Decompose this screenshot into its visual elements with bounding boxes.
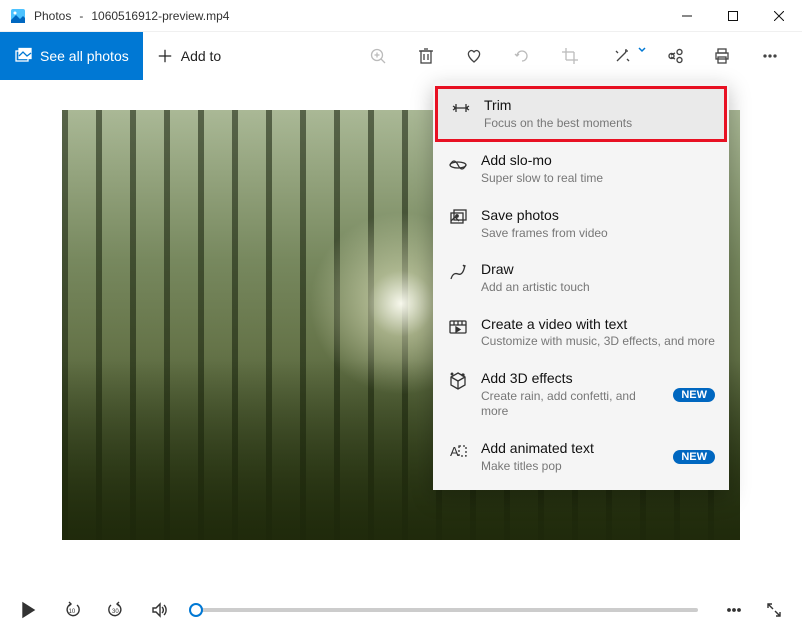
skip-back-icon: 10 xyxy=(63,601,81,619)
trash-icon xyxy=(417,47,435,65)
print-icon xyxy=(713,47,731,65)
minimize-button[interactable] xyxy=(664,0,710,32)
rotate-icon xyxy=(513,47,531,65)
menu-item-subtitle: Customize with music, 3D effects, and mo… xyxy=(481,334,715,350)
playback-bar: 10 30 xyxy=(0,586,802,634)
3d-effects-icon xyxy=(447,370,469,392)
more-icon xyxy=(761,47,779,65)
crop-icon xyxy=(561,47,579,65)
skip-forward-icon: 30 xyxy=(107,601,125,619)
menu-item-subtitle: Add an artistic touch xyxy=(481,280,715,296)
trim-icon xyxy=(450,97,472,119)
more-icon xyxy=(725,601,743,619)
create-video-icon xyxy=(447,316,469,338)
photos-app-icon xyxy=(10,8,26,24)
maximize-button[interactable] xyxy=(710,0,756,32)
window-title-app: Photos xyxy=(34,9,71,23)
draw-icon xyxy=(447,261,469,283)
content-area: Trim Focus on the best moments Add slo-m… xyxy=(0,80,802,586)
new-badge: NEW xyxy=(673,388,715,402)
play-button[interactable] xyxy=(8,586,48,634)
menu-item-title: Add 3D effects xyxy=(481,370,661,387)
heart-icon xyxy=(465,47,483,65)
add-to-label: Add to xyxy=(181,48,221,64)
see-all-photos-label: See all photos xyxy=(40,48,129,64)
menu-item-create-video[interactable]: Create a video with text Customize with … xyxy=(433,306,729,360)
title-bar: Photos - 1060516912-preview.mp4 xyxy=(0,0,802,32)
window-title-sep: - xyxy=(79,9,83,23)
print-button[interactable] xyxy=(698,32,746,80)
magic-wand-icon xyxy=(613,47,631,65)
command-bar: See all photos Add to xyxy=(0,32,802,80)
menu-item-title: Add animated text xyxy=(481,440,661,457)
chevron-down-icon xyxy=(638,46,646,54)
seek-thumb[interactable] xyxy=(189,603,203,617)
menu-item-title: Trim xyxy=(484,97,712,114)
save-photos-icon xyxy=(447,207,469,229)
title-bar-left: Photos - 1060516912-preview.mp4 xyxy=(0,8,229,24)
menu-item-subtitle: Super slow to real time xyxy=(481,171,715,187)
menu-item-animated-text[interactable]: A Add animated text Make titles pop NEW xyxy=(433,430,729,484)
volume-button[interactable] xyxy=(140,586,180,634)
menu-item-subtitle: Create rain, add confetti, and more xyxy=(481,389,661,420)
svg-text:10: 10 xyxy=(69,609,76,615)
window-title-file: 1060516912-preview.mp4 xyxy=(91,9,229,23)
plus-icon xyxy=(157,48,173,64)
window-controls xyxy=(664,0,802,32)
menu-item-subtitle: Save frames from video xyxy=(481,226,715,242)
rotate-button[interactable] xyxy=(498,32,546,80)
more-button[interactable] xyxy=(746,32,794,80)
menu-item-title: Create a video with text xyxy=(481,316,715,333)
close-button[interactable] xyxy=(756,0,802,32)
slomo-icon xyxy=(447,152,469,174)
menu-item-subtitle: Make titles pop xyxy=(481,459,661,475)
photos-collection-icon xyxy=(14,47,32,65)
menu-item-title: Draw xyxy=(481,261,715,278)
menu-item-save-photos[interactable]: Save photos Save frames from video xyxy=(433,197,729,251)
share-button[interactable] xyxy=(650,32,698,80)
fullscreen-icon xyxy=(765,601,783,619)
fullscreen-button[interactable] xyxy=(754,586,794,634)
volume-icon xyxy=(151,601,169,619)
menu-item-title: Save photos xyxy=(481,207,715,224)
add-to-button[interactable]: Add to xyxy=(143,32,235,80)
favorite-button[interactable] xyxy=(450,32,498,80)
menu-item-slomo[interactable]: Add slo-mo Super slow to real time xyxy=(433,142,729,196)
see-all-photos-button[interactable]: See all photos xyxy=(0,32,143,80)
skip-back-button[interactable]: 10 xyxy=(52,586,92,634)
animated-text-icon: A xyxy=(447,440,469,462)
command-icons xyxy=(354,32,802,80)
zoom-button[interactable] xyxy=(354,32,402,80)
menu-item-3d-effects[interactable]: Add 3D effects Create rain, add confetti… xyxy=(433,360,729,430)
svg-text:A: A xyxy=(450,444,459,459)
delete-button[interactable] xyxy=(402,32,450,80)
zoom-icon xyxy=(369,47,387,65)
share-icon xyxy=(665,47,683,65)
skip-forward-button[interactable]: 30 xyxy=(96,586,136,634)
new-badge: NEW xyxy=(673,450,715,464)
playback-more-button[interactable] xyxy=(714,586,754,634)
seek-slider[interactable] xyxy=(196,608,698,612)
play-icon xyxy=(19,601,37,619)
menu-item-subtitle: Focus on the best moments xyxy=(484,116,712,132)
edit-create-menu: Trim Focus on the best moments Add slo-m… xyxy=(433,80,729,490)
svg-text:30: 30 xyxy=(112,609,119,615)
menu-item-trim[interactable]: Trim Focus on the best moments xyxy=(435,86,727,142)
edit-create-button[interactable] xyxy=(594,32,650,80)
menu-item-title: Add slo-mo xyxy=(481,152,715,169)
crop-button[interactable] xyxy=(546,32,594,80)
menu-item-draw[interactable]: Draw Add an artistic touch xyxy=(433,251,729,305)
